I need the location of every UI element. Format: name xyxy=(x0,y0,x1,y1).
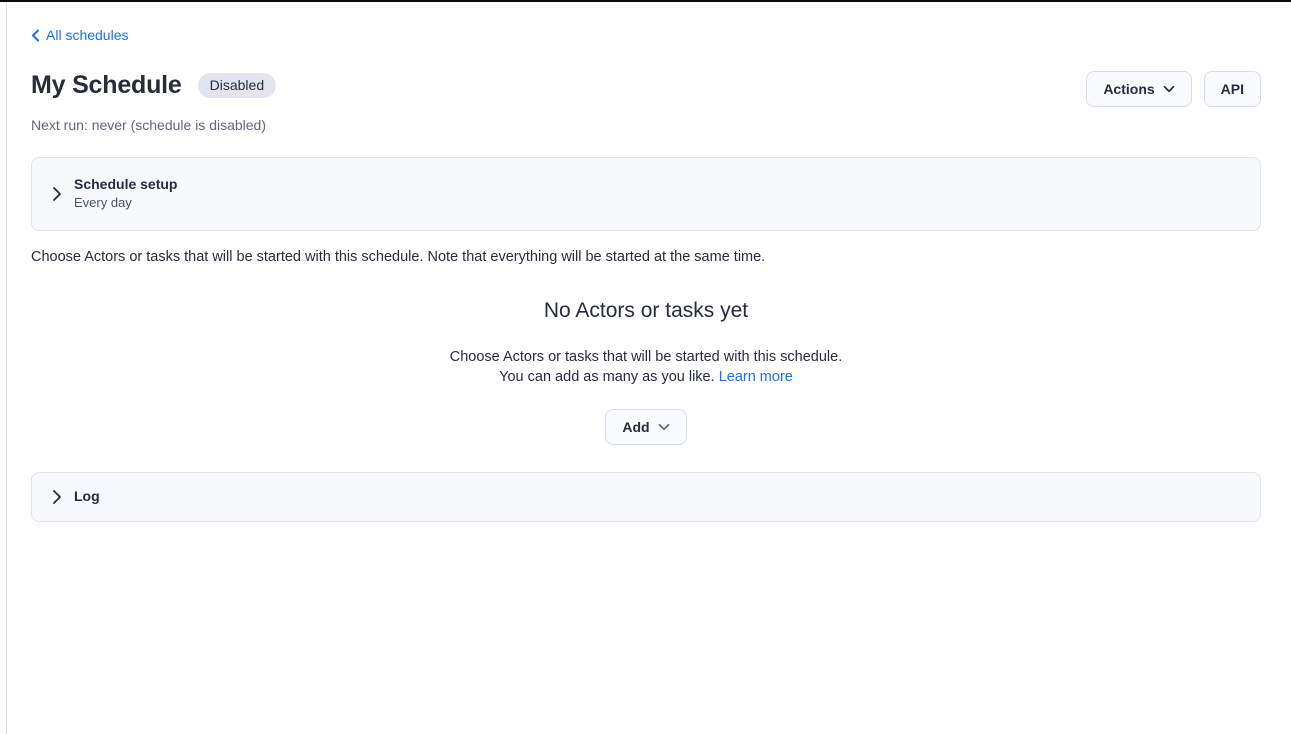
breadcrumb: All schedules xyxy=(31,2,1261,47)
schedule-description: Choose Actors or tasks that will be star… xyxy=(31,249,1261,265)
empty-state-title: No Actors or tasks yet xyxy=(31,299,1261,323)
empty-state: No Actors or tasks yet Choose Actors or … xyxy=(31,299,1261,445)
api-button[interactable]: API xyxy=(1204,71,1261,107)
add-button[interactable]: Add xyxy=(605,409,686,445)
empty-state-line1: Choose Actors or tasks that will be star… xyxy=(31,347,1261,367)
back-link-label: All schedules xyxy=(46,27,129,43)
learn-more-link[interactable]: Learn more xyxy=(719,369,793,385)
page-title: My Schedule xyxy=(31,71,182,100)
title-group: My Schedule Disabled xyxy=(31,71,276,100)
chevron-right-icon xyxy=(53,187,61,201)
empty-state-line2-text: You can add as many as you like. xyxy=(499,369,715,385)
actions-button[interactable]: Actions xyxy=(1086,71,1191,107)
chevron-down-icon xyxy=(658,423,670,431)
api-button-label: API xyxy=(1221,81,1244,97)
schedule-setup-panel[interactable]: Schedule setup Every day xyxy=(31,157,1261,231)
schedule-setup-subtitle: Every day xyxy=(74,195,177,212)
next-run-text: Next run: never (schedule is disabled) xyxy=(31,117,1261,133)
add-button-wrap: Add xyxy=(31,409,1261,445)
schedule-detail-page: All schedules My Schedule Disabled Actio… xyxy=(0,2,1291,522)
back-to-all-schedules-link[interactable]: All schedules xyxy=(31,27,129,43)
header-buttons: Actions API xyxy=(1086,71,1261,107)
empty-state-line2: You can add as many as you like. Learn m… xyxy=(31,367,1261,387)
log-panel[interactable]: Log xyxy=(31,472,1261,522)
log-panel-title: Log xyxy=(74,487,100,505)
page-header: My Schedule Disabled Actions API xyxy=(31,71,1261,107)
add-button-label: Add xyxy=(622,419,649,435)
schedule-setup-text: Schedule setup Every day xyxy=(74,175,177,212)
actions-button-label: Actions xyxy=(1103,81,1154,97)
chevron-left-icon xyxy=(31,29,40,42)
chevron-down-icon xyxy=(1163,85,1175,93)
status-badge: Disabled xyxy=(198,73,276,98)
schedule-setup-title: Schedule setup xyxy=(74,175,177,193)
chevron-right-icon xyxy=(53,490,61,504)
